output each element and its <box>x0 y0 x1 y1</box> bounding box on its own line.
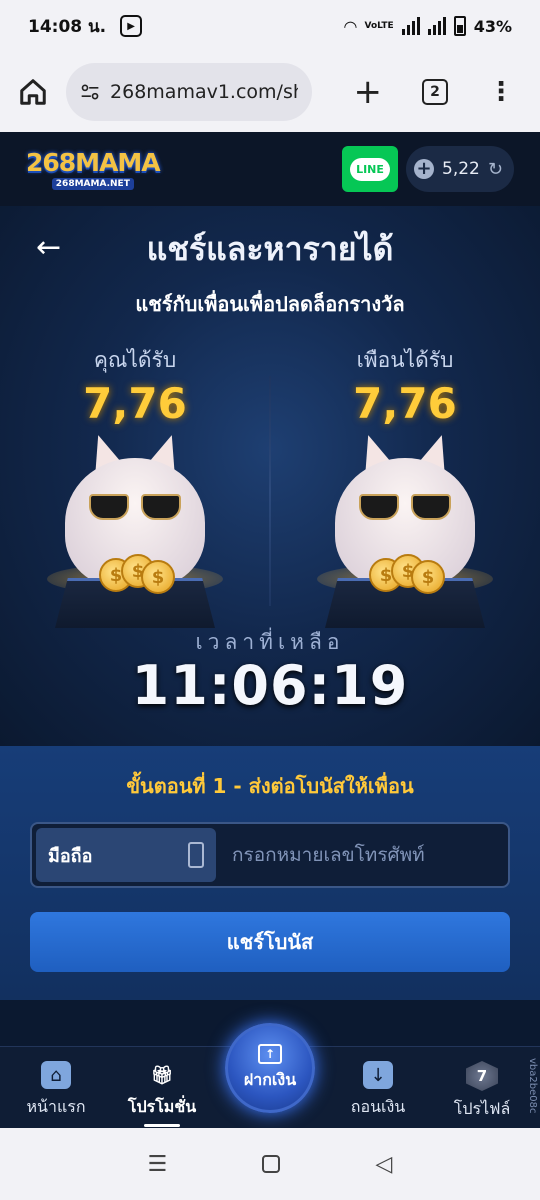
system-navigation-bar: ☰ ◁ <box>0 1128 540 1200</box>
share-hero: ← แชร์และหารายได้ แชร์กับเพื่อนเพื่อปลดล… <box>0 206 540 746</box>
step-title: ขั้นตอนที่ 1 - ส่งต่อโบนัสให้เพื่อน <box>126 774 414 798</box>
side-id-tag: vba2be08c <box>527 1058 538 1114</box>
bottom-navigation: ⌂ หน้าแรก 🎁︎ โปรโมชั่น ↑ ฝากเงิน ↓ ถอนเง… <box>0 1023 540 1128</box>
address-bar[interactable]: 268mamav1.com/sha <box>66 63 312 121</box>
home-system-icon[interactable] <box>262 1155 281 1173</box>
status-indicators: ◠ VoLTE 43% <box>344 16 512 36</box>
add-funds-icon[interactable]: + <box>414 159 434 179</box>
gift-icon: 🎁︎ <box>150 1064 174 1086</box>
your-reward-value: 7,76 <box>83 379 187 428</box>
nav-promotions-label: โปรโมชั่น <box>127 1097 197 1116</box>
signal-icon-2 <box>427 17 446 35</box>
volte-label: VoLTE <box>364 20 394 31</box>
refresh-icon[interactable]: ↻ <box>488 159 503 180</box>
contact-type-label: มือถือ <box>48 845 93 867</box>
deposit-label: ฝากเงิน <box>243 1069 297 1089</box>
page-subtitle: แชร์กับเพื่อนเพื่อปลดล็อกรางวัล <box>135 292 405 316</box>
nav-profile-label: โปรไฟล์ <box>453 1099 511 1118</box>
balance-pill[interactable]: + 5,22 ↻ <box>406 146 514 192</box>
wallet-icon: ↓ <box>363 1061 393 1089</box>
deposit-button[interactable]: ↑ ฝากเงิน <box>225 1023 315 1113</box>
back-system-icon[interactable]: ◁ <box>376 1152 393 1177</box>
share-bonus-button[interactable]: แชร์โบนัส <box>30 912 510 972</box>
share-step-section: ขั้นตอนที่ 1 - ส่งต่อโบนัสให้เพื่อน มือถ… <box>0 746 540 1000</box>
wifi-icon: ◠ <box>344 16 357 36</box>
status-bar: 14:08 น. ▶ ◠ VoLTE 43% <box>0 0 540 52</box>
friend-reward-label: เพือนได้รับ <box>356 348 454 372</box>
phone-number-input[interactable] <box>216 828 504 882</box>
phone-icon <box>188 842 204 868</box>
nav-profile[interactable]: 7 โปรไฟล์ <box>432 1061 532 1122</box>
vip-level-badge-icon: 7 <box>466 1061 498 1091</box>
cat-mascot-image: $ $ $ <box>317 428 493 628</box>
home-icon[interactable] <box>18 77 48 107</box>
nav-home-label: หน้าแรก <box>26 1097 86 1116</box>
friend-reward: เพือนได้รับ 7,76 $ $ $ <box>305 344 505 628</box>
battery-icon <box>453 16 466 36</box>
nav-withdraw-label: ถอนเงิน <box>350 1097 406 1116</box>
nav-home[interactable]: ⌂ หน้าแรก <box>6 1061 106 1120</box>
site-settings-icon[interactable] <box>80 81 100 103</box>
phone-input-row: มือถือ <box>30 822 510 888</box>
balance-amount: 5,22 <box>442 159 480 179</box>
your-reward-label: คุณได้รับ <box>93 348 177 372</box>
new-tab-icon[interactable]: + <box>354 75 383 109</box>
home-nav-icon: ⌂ <box>41 1061 71 1089</box>
tab-switcher-button[interactable]: 2 <box>422 79 448 105</box>
nav-withdraw[interactable]: ↓ ถอนเงิน <box>328 1061 428 1120</box>
url-text: 268mamav1.com/sha <box>110 81 298 103</box>
coins-icon: $ $ $ <box>369 554 445 594</box>
coins-icon: $ $ $ <box>99 554 175 594</box>
signal-icon <box>401 17 420 35</box>
page-title: แชร์และหารายได้ <box>146 230 394 268</box>
more-menu-icon[interactable]: ⋮ <box>488 79 514 105</box>
battery-percent: 43% <box>473 16 512 36</box>
deposit-icon: ↑ <box>258 1043 282 1064</box>
logo-main-text: 268MAMA <box>26 148 161 177</box>
line-icon: LINE <box>350 157 390 181</box>
browser-toolbar: 268mamav1.com/sha + 2 ⋮ <box>0 52 540 132</box>
nav-promotions[interactable]: 🎁︎ โปรโมชั่น <box>112 1061 212 1127</box>
app-notification-icon: ▶ <box>120 15 143 37</box>
line-contact-button[interactable]: LINE <box>342 146 398 192</box>
reward-divider <box>269 376 271 606</box>
contact-type-selector[interactable]: มือถือ <box>36 828 216 882</box>
cat-mascot-image: $ $ $ <box>47 428 223 628</box>
status-time: 14:08 น. <box>28 16 107 37</box>
site-header: 268MAMA 268MAMA.NET LINE + 5,22 ↻ <box>0 132 540 206</box>
countdown-timer: 11:06:19 <box>131 654 409 717</box>
site-logo[interactable]: 268MAMA 268MAMA.NET <box>26 148 161 190</box>
recent-apps-icon[interactable]: ☰ <box>148 1152 168 1177</box>
friend-reward-value: 7,76 <box>353 379 457 428</box>
your-reward: คุณได้รับ 7,76 $ $ $ <box>35 344 235 628</box>
logo-sub-text: 268MAMA.NET <box>51 178 134 190</box>
